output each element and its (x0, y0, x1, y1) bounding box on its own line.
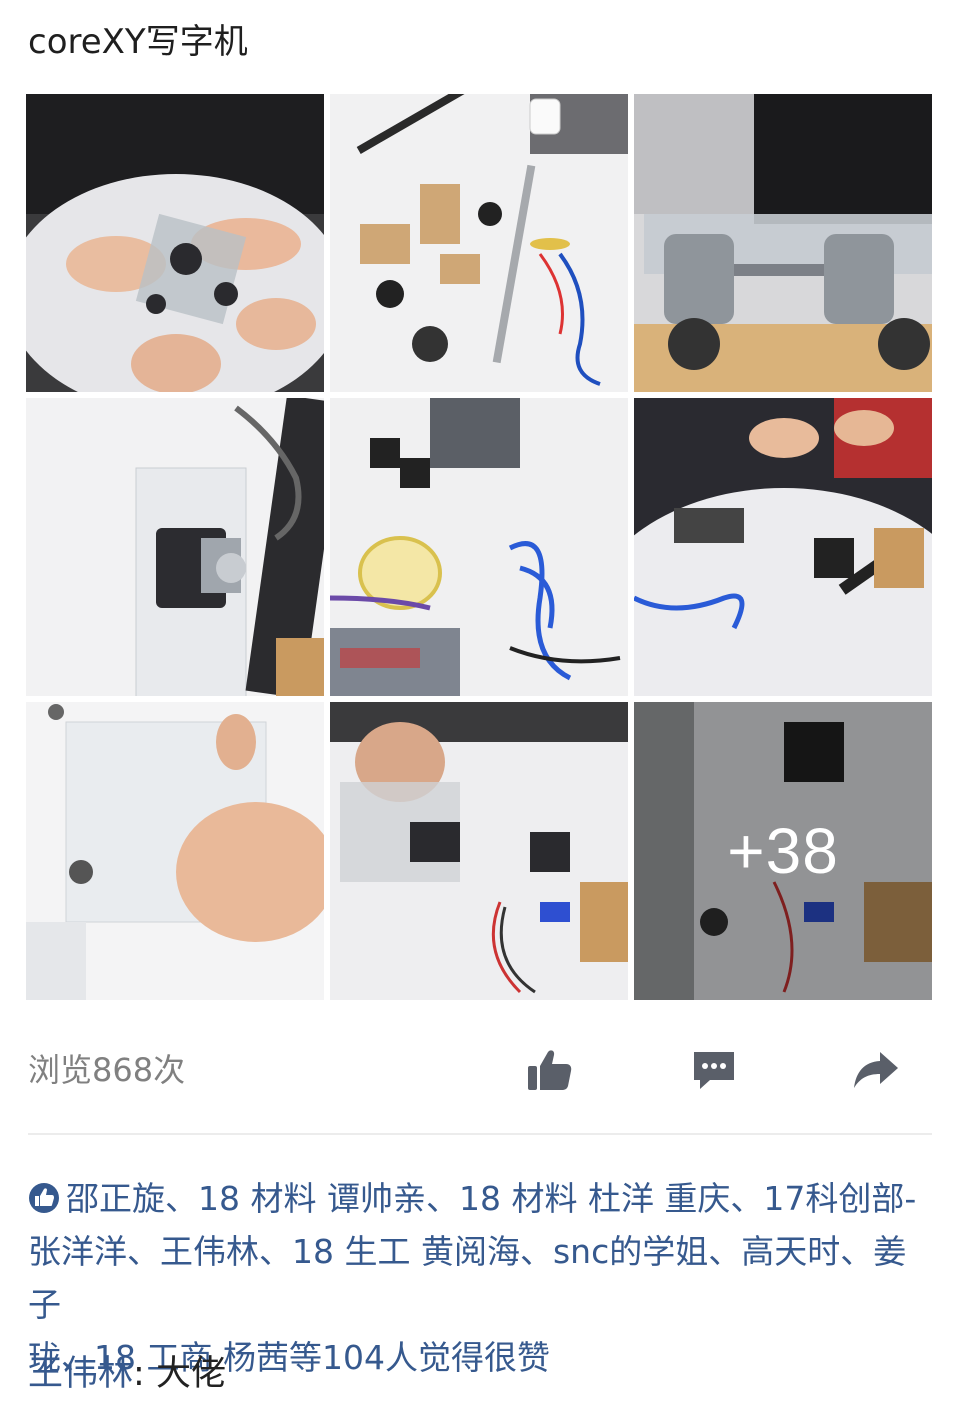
share-icon[interactable] (850, 1044, 902, 1096)
photo-hands-servo-parts[interactable] (330, 702, 628, 1000)
photo-hands-assembling-carriage[interactable] (26, 94, 324, 392)
like-badge-icon (29, 1183, 59, 1213)
photo-image (26, 702, 324, 1000)
likes-text-2[interactable]: 张洋洋、王伟林、18 生工 黄阅海、snc的学姐、高天时、姜子 (28, 1232, 906, 1324)
photo-hand-acrylic-plate[interactable] (26, 702, 324, 1000)
photo-kit-parts-wires[interactable] (330, 398, 628, 696)
photo-image (330, 94, 628, 392)
post-footer: 浏览868次 (28, 1040, 908, 1100)
comment-separator: : (133, 1354, 156, 1394)
comment-text: 大佬 (155, 1354, 226, 1394)
photo-stepper-motor-plate[interactable] (26, 398, 324, 696)
more-photos-count[interactable]: +38 (634, 702, 932, 1000)
comment-author[interactable]: 王伟林 (28, 1354, 133, 1394)
post-title: coreXY写字机 (28, 22, 248, 62)
photo-image (26, 398, 324, 696)
photo-image (26, 94, 324, 392)
photo-grid: +38 (26, 94, 934, 1000)
photo-image (330, 702, 628, 1000)
divider (28, 1133, 932, 1135)
photo-parts-on-table[interactable] (330, 94, 628, 392)
photo-coreXY-carriage-closeup[interactable] (634, 94, 932, 392)
comment-item: 王伟林: 大佬 (28, 1348, 934, 1400)
photo-group-assembling[interactable] (634, 398, 932, 696)
photo-image (634, 94, 932, 392)
likes-text-1[interactable]: 邵正旋、18 材料 谭帅亲、18 材料 杜洋 重庆、17科创部- (66, 1179, 916, 1218)
photo-image (330, 398, 628, 696)
likes-line-2: 张洋洋、王伟林、18 生工 黄阅海、snc的学姐、高天时、姜子 (28, 1225, 934, 1331)
photo-image (634, 398, 932, 696)
view-count: 浏览868次 (28, 1051, 186, 1089)
likes-line-1: 邵正旋、18 材料 谭帅亲、18 材料 杜洋 重庆、17科创部- (28, 1172, 934, 1225)
thumbs-up-icon[interactable] (524, 1044, 576, 1096)
photo-more-parts[interactable]: +38 (634, 702, 932, 1000)
comment-icon[interactable] (688, 1044, 740, 1096)
